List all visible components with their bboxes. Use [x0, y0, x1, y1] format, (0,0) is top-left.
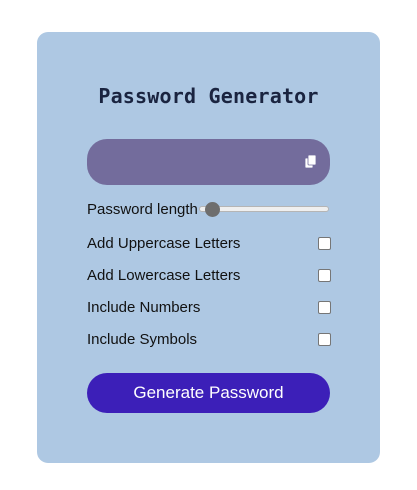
- option-label-lowercase: Add Lowercase Letters: [87, 267, 241, 284]
- password-output[interactable]: [87, 139, 330, 185]
- lowercase-checkbox[interactable]: [318, 269, 331, 282]
- length-slider-thumb[interactable]: [204, 202, 220, 217]
- uppercase-checkbox[interactable]: [318, 237, 331, 250]
- page-title: Password Generator: [98, 84, 319, 108]
- option-row-numbers: Include Numbers: [87, 297, 331, 319]
- numbers-checkbox[interactable]: [318, 301, 331, 314]
- generate-password-button[interactable]: Generate Password: [87, 373, 330, 413]
- option-label-numbers: Include Numbers: [87, 299, 201, 316]
- copy-icon[interactable]: [303, 154, 319, 170]
- option-row-lowercase: Add Lowercase Letters: [87, 265, 331, 287]
- option-label-symbols: Include Symbols: [87, 331, 198, 348]
- length-slider[interactable]: [199, 202, 329, 217]
- symbols-checkbox[interactable]: [318, 333, 331, 346]
- option-row-uppercase: Add Uppercase Letters: [87, 233, 331, 255]
- option-row-symbols: Include Symbols: [87, 329, 331, 351]
- option-label-uppercase: Add Uppercase Letters: [87, 235, 241, 252]
- length-label: Password length: [87, 201, 198, 218]
